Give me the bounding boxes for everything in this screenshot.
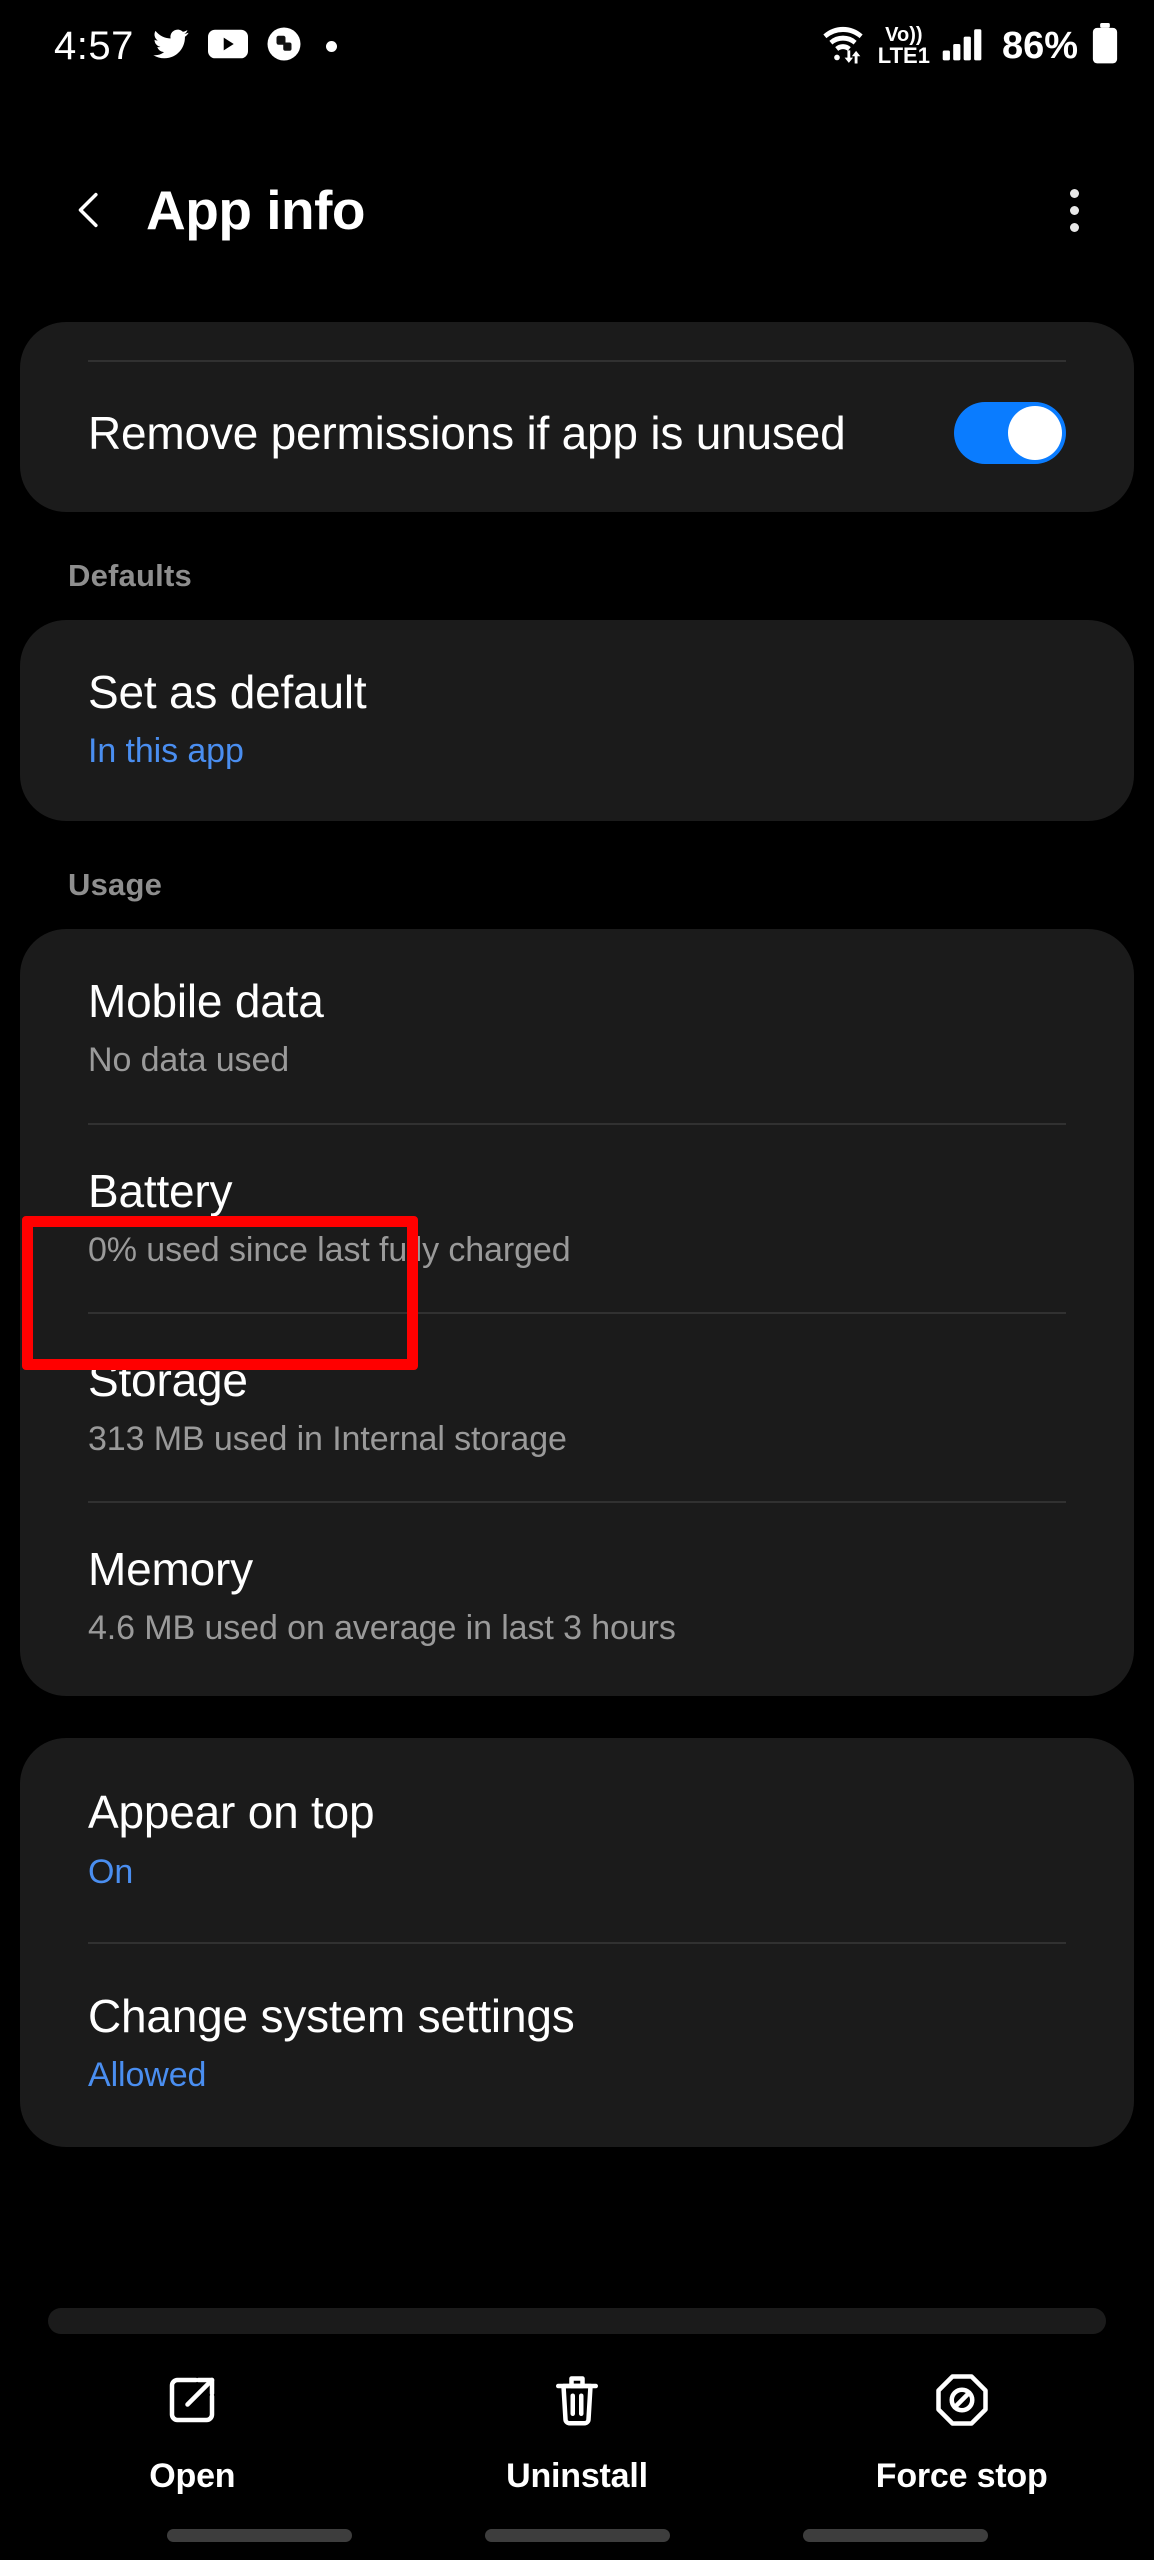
usage-card: Mobile data No data used Battery 0% used… bbox=[20, 929, 1134, 1697]
status-bar-right: Vo)) LTE1 86% bbox=[820, 22, 1120, 70]
row-title: Battery bbox=[88, 1164, 233, 1217]
row-title: Remove permissions if app is unused bbox=[88, 406, 846, 459]
row-appear-on-top[interactable]: Appear on top On bbox=[20, 1738, 1134, 1941]
twitter-icon bbox=[152, 25, 190, 68]
row-subtitle: 0% used since last fully charged bbox=[88, 1230, 571, 1269]
row-title: Memory bbox=[88, 1543, 253, 1596]
trash-icon bbox=[547, 2370, 607, 2435]
nav-hint-left bbox=[166, 2529, 352, 2542]
status-bar-left: 4:57 bbox=[54, 24, 337, 69]
nav-hint-center bbox=[484, 2529, 670, 2542]
defaults-card: Set as default In this app bbox=[20, 620, 1134, 822]
settings-list[interactable]: Remove permissions if app is unused Defa… bbox=[0, 322, 1154, 2148]
youtube-icon bbox=[207, 29, 248, 64]
status-bar: 4:57 Vo)) LTE1 86% bbox=[0, 0, 1154, 92]
uninstall-button[interactable]: Uninstall bbox=[385, 2370, 770, 2496]
nav-hint-right bbox=[802, 2529, 988, 2542]
bottom-action-bar: Open Uninstall Force stop bbox=[0, 2308, 1154, 2560]
section-label-defaults: Defaults bbox=[68, 558, 192, 593]
row-memory[interactable]: Memory 4.6 MB used on average in last 3 … bbox=[20, 1503, 1134, 1696]
permissions-card: Remove permissions if app is unused bbox=[20, 322, 1134, 512]
dot-icon bbox=[325, 40, 337, 52]
row-title: Appear on top bbox=[88, 1786, 375, 1839]
open-external-icon bbox=[162, 2370, 222, 2435]
section-label-usage: Usage bbox=[68, 867, 163, 903]
status-bar-clock: 4:57 bbox=[54, 23, 134, 68]
row-subtitle: Allowed bbox=[88, 2055, 207, 2094]
block-octagon-icon bbox=[932, 2370, 992, 2435]
open-label: Open bbox=[149, 2457, 236, 2495]
back-chevron-icon[interactable] bbox=[60, 180, 120, 240]
volte-bottom-label: LTE1 bbox=[877, 43, 930, 68]
more-options-icon[interactable] bbox=[1044, 180, 1104, 240]
row-battery[interactable]: Battery 0% used since last fully charged bbox=[20, 1125, 1134, 1312]
battery-percentage: 86% bbox=[1001, 24, 1078, 67]
row-remove-permissions[interactable]: Remove permissions if app is unused bbox=[20, 362, 1134, 512]
volte-top-label: Vo)) bbox=[885, 24, 923, 46]
row-storage[interactable]: Storage 313 MB used in Internal storage bbox=[20, 1314, 1134, 1501]
open-button[interactable]: Open bbox=[0, 2370, 385, 2496]
toggle-knob bbox=[1008, 406, 1062, 460]
app-bar: App info bbox=[0, 150, 1154, 270]
card-spacer bbox=[0, 1696, 1154, 1738]
force-stop-button[interactable]: Force stop bbox=[769, 2370, 1154, 2496]
actions-row: Open Uninstall Force stop bbox=[0, 2370, 1154, 2496]
row-subtitle: In this app bbox=[88, 732, 244, 771]
row-title: Set as default bbox=[88, 666, 367, 718]
advanced-card: Appear on top On Change system settings … bbox=[20, 1738, 1134, 2148]
row-title: Storage bbox=[88, 1353, 248, 1406]
force-stop-label: Force stop bbox=[875, 2457, 1048, 2495]
battery-icon bbox=[1090, 22, 1120, 70]
uninstall-label: Uninstall bbox=[506, 2457, 648, 2495]
row-change-system-settings[interactable]: Change system settings Allowed bbox=[20, 1944, 1134, 2147]
row-mobile-data[interactable]: Mobile data No data used bbox=[20, 929, 1134, 1122]
page-title: App info bbox=[146, 179, 365, 241]
row-subtitle: 4.6 MB used on average in last 3 hours bbox=[88, 1609, 676, 1648]
row-subtitle: 313 MB used in Internal storage bbox=[88, 1420, 567, 1458]
app-notification-icon bbox=[266, 26, 302, 67]
row-set-as-default[interactable]: Set as default In this app bbox=[20, 620, 1134, 821]
remove-permissions-toggle[interactable] bbox=[954, 402, 1066, 464]
row-subtitle: No data used bbox=[88, 1041, 290, 1080]
row-subtitle: On bbox=[88, 1852, 134, 1891]
row-title: Change system settings bbox=[88, 1989, 575, 2042]
sheet-grabber bbox=[48, 2308, 1106, 2334]
signal-bars-icon bbox=[942, 26, 986, 67]
volte-icon: Vo)) LTE1 bbox=[878, 25, 930, 67]
wifi-icon bbox=[820, 24, 866, 69]
navigation-hint-bar bbox=[0, 2529, 1154, 2542]
row-title: Mobile data bbox=[88, 975, 324, 1028]
